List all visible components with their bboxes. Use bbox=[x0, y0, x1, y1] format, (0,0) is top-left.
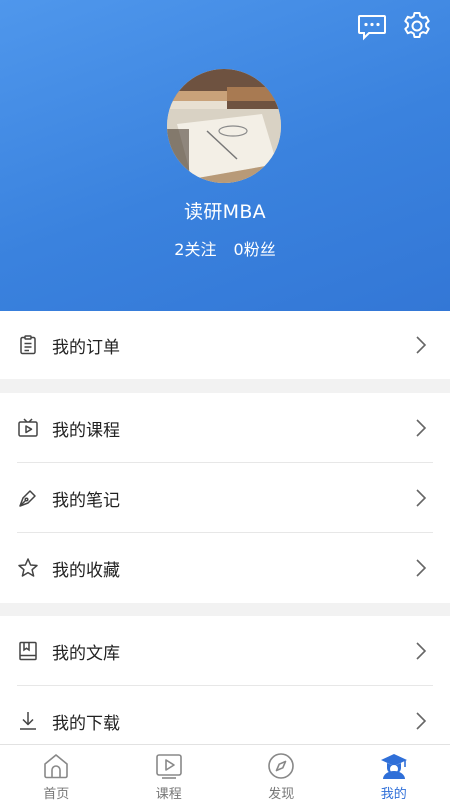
tab-mine[interactable]: 我的 bbox=[338, 745, 450, 800]
menu-item-courses[interactable]: 我的课程 bbox=[0, 393, 450, 463]
chevron-right-icon bbox=[413, 488, 429, 508]
clipboard-icon bbox=[17, 334, 39, 356]
menu-label-library: 我的文库 bbox=[52, 643, 120, 664]
graduate-icon bbox=[379, 751, 409, 781]
menu-label-orders: 我的订单 bbox=[52, 337, 120, 358]
chevron-right-icon bbox=[413, 711, 429, 731]
tv-play-icon bbox=[17, 417, 39, 439]
followers-count[interactable]: 0粉丝 bbox=[234, 240, 276, 259]
menu-item-orders[interactable]: 我的订单 bbox=[0, 311, 450, 379]
menu-item-notes[interactable]: 我的笔记 bbox=[0, 463, 450, 533]
menu-label-downloads: 我的下载 bbox=[52, 713, 120, 734]
tab-label-courses: 课程 bbox=[155, 787, 182, 800]
tab-label-discover: 发现 bbox=[268, 787, 295, 800]
follow-stats: 2关注 0粉丝 bbox=[0, 236, 450, 260]
menu-item-library[interactable]: 我的文库 bbox=[0, 616, 450, 686]
download-icon bbox=[17, 710, 39, 732]
menu-label-favorites: 我的收藏 bbox=[52, 560, 120, 581]
chevron-right-icon bbox=[413, 558, 429, 578]
menu-group-learning: 我的课程 我的笔记 我的收藏 bbox=[0, 393, 450, 603]
menu-group-library: 我的文库 我的下载 bbox=[0, 616, 450, 756]
tab-label-mine: 我的 bbox=[380, 787, 407, 800]
tab-discover[interactable]: 发现 bbox=[225, 745, 338, 800]
tab-label-home: 首页 bbox=[43, 787, 70, 800]
menu-label-notes: 我的笔记 bbox=[52, 490, 120, 511]
bottom-tab-bar: 首页 课程 发现 我的 bbox=[0, 744, 450, 800]
play-square-icon bbox=[154, 751, 184, 781]
menu-label-courses: 我的课程 bbox=[52, 420, 120, 441]
chevron-right-icon bbox=[413, 335, 429, 355]
menu-item-favorites[interactable]: 我的收藏 bbox=[0, 533, 450, 603]
tab-courses[interactable]: 课程 bbox=[113, 745, 226, 800]
username: 读研MBA bbox=[184, 201, 266, 223]
tab-home[interactable]: 首页 bbox=[0, 745, 113, 800]
chevron-right-icon bbox=[413, 418, 429, 438]
pen-nib-icon bbox=[17, 487, 39, 509]
profile-header: 读研MBA 2关注 0粉丝 bbox=[0, 0, 450, 311]
following-count[interactable]: 2关注 bbox=[174, 240, 216, 259]
star-icon bbox=[17, 557, 39, 579]
gear-icon[interactable] bbox=[401, 10, 433, 42]
menu-group-orders: 我的订单 bbox=[0, 311, 450, 379]
home-icon bbox=[41, 751, 71, 781]
message-icon[interactable] bbox=[356, 10, 388, 42]
compass-icon bbox=[266, 751, 296, 781]
chevron-right-icon bbox=[413, 641, 429, 661]
avatar[interactable] bbox=[167, 69, 281, 183]
book-icon bbox=[17, 640, 39, 662]
